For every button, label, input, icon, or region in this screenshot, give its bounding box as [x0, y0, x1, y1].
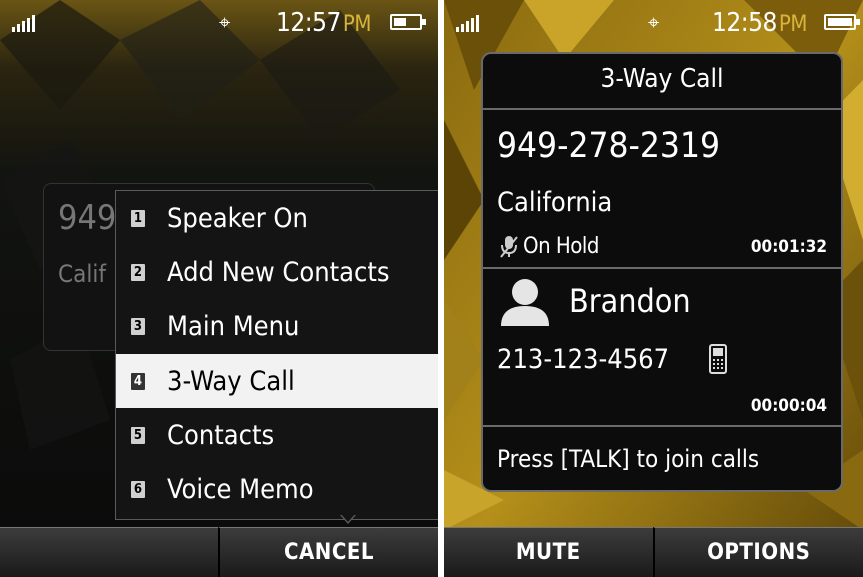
menu-item-speaker-on[interactable]: 1 Speaker On — [116, 191, 438, 245]
call-location-fragment: Calif — [58, 260, 106, 288]
panel-title: 3-Way Call — [600, 64, 724, 94]
status-time: 12:58PM — [712, 8, 807, 38]
contact-person-icon — [501, 279, 549, 326]
three-way-call-panel: 3-Way Call 949-278-2319 California On Ho… — [481, 52, 843, 492]
status-time: 12:57PM — [276, 8, 371, 38]
number-badge-icon: 6 — [131, 480, 145, 498]
battery-icon — [390, 14, 426, 30]
active-call-timer: 00:00:04 — [750, 396, 827, 416]
left-softkey[interactable] — [0, 527, 218, 577]
signal-icon — [456, 14, 479, 32]
divider — [483, 108, 841, 110]
options-softkey[interactable]: OPTIONS — [652, 527, 863, 577]
number-badge-icon: 3 — [131, 317, 145, 335]
battery-icon — [824, 14, 860, 30]
hold-label: On Hold — [523, 234, 599, 259]
held-call-timer: 00:01:32 — [750, 237, 827, 257]
mute-mic-icon — [500, 235, 518, 258]
active-call-name: Brandon — [569, 282, 691, 320]
status-bar: ⌖ 12:58PM — [444, 0, 863, 44]
menu-item-voice-memo[interactable]: 6 Voice Memo — [116, 462, 438, 516]
mute-softkey[interactable]: MUTE — [444, 527, 653, 577]
menu-item-main-menu[interactable]: 3 Main Menu — [116, 299, 438, 353]
left-phone-screen: ⌖ 12:57PM 949 Calif 1 Speaker On 2 Add N… — [0, 0, 438, 577]
status-bar: ⌖ 12:57PM — [0, 0, 438, 44]
menu-item-add-new-contacts[interactable]: 2 Add New Contacts — [116, 245, 438, 299]
divider — [483, 425, 841, 427]
cancel-softkey[interactable]: CANCEL — [218, 527, 438, 577]
call-number-fragment: 949 — [58, 198, 117, 238]
active-call-number: 213-123-4567 — [497, 344, 670, 375]
menu-item-label: Main Menu — [167, 310, 300, 342]
right-phone-screen: ⌖ 12:58PM 3-Way Call 949-278-2319 Califo… — [444, 0, 863, 577]
mobile-phone-icon — [709, 344, 727, 374]
number-badge-icon: 2 — [131, 263, 145, 281]
menu-pointer — [340, 514, 356, 524]
number-badge-icon: 4 — [131, 372, 145, 390]
menu-item-contacts[interactable]: 5 Contacts — [116, 408, 438, 462]
menu-item-label: Voice Memo — [167, 473, 314, 505]
held-call-location: California — [497, 187, 613, 218]
menu-item-label: Speaker On — [167, 202, 308, 234]
gps-icon: ⌖ — [219, 10, 231, 34]
softkey-bar: CANCEL — [0, 527, 438, 577]
in-call-options-menu: 1 Speaker On 2 Add New Contacts 3 Main M… — [115, 190, 438, 520]
held-call-number: 949-278-2319 — [497, 126, 721, 166]
number-badge-icon: 5 — [131, 426, 145, 444]
held-call-status: On Hold — [499, 234, 599, 259]
menu-item-3-way-call[interactable]: 4 3-Way Call — [116, 354, 438, 408]
menu-item-label: Add New Contacts — [167, 256, 390, 288]
signal-icon — [12, 14, 35, 32]
join-calls-hint: Press [TALK] to join calls — [497, 445, 760, 473]
gps-icon: ⌖ — [648, 10, 660, 34]
softkey-bar: MUTE OPTIONS — [444, 527, 863, 577]
menu-item-label: 3-Way Call — [167, 365, 295, 397]
number-badge-icon: 1 — [131, 209, 145, 227]
menu-item-label: Contacts — [167, 419, 275, 451]
divider — [483, 267, 841, 269]
